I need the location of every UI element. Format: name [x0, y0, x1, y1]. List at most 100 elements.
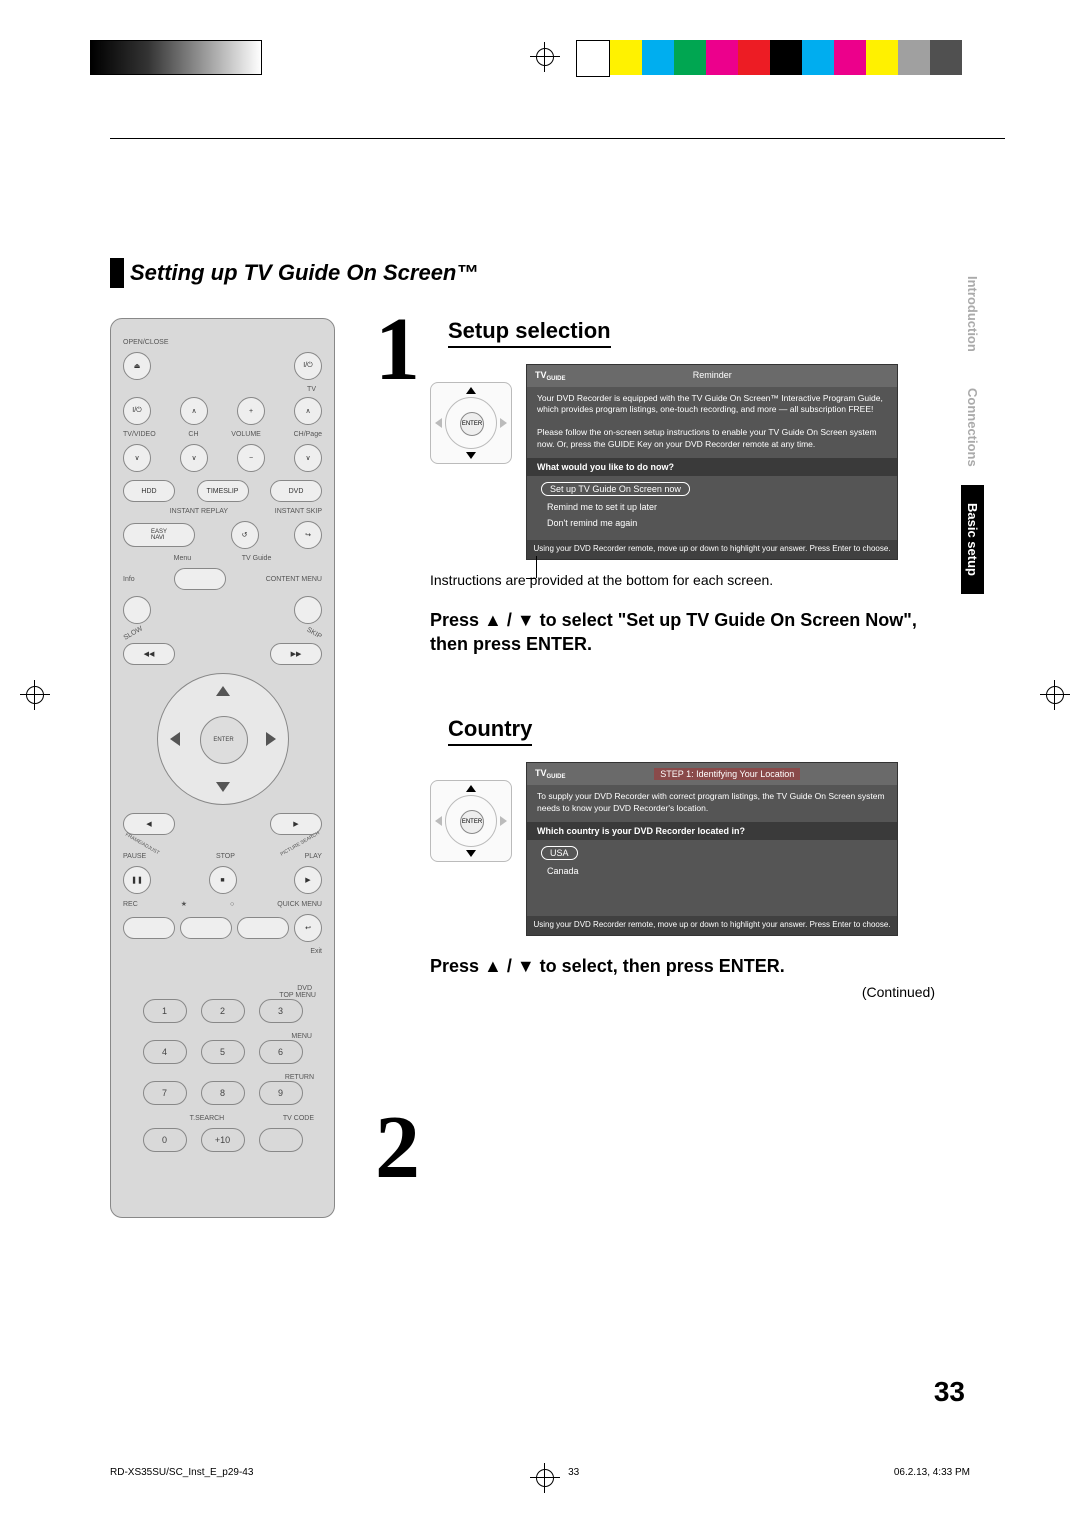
num-1: 1	[143, 999, 187, 1023]
quickmenu-button: ↩	[294, 914, 322, 942]
tv-foot: Using your DVD Recorder remote, move up …	[527, 540, 897, 558]
tv-question: Which country is your DVD Recorder locat…	[527, 822, 897, 840]
remote-label-tvguide: TV Guide	[242, 555, 272, 562]
instant-skip-button: ↪	[294, 521, 322, 549]
tv-option-usa: USA	[541, 846, 578, 860]
step-number-1: 1	[375, 298, 420, 401]
tv-option-remind-later: Remind me to set it up later	[541, 500, 883, 514]
tv-power-button: I/⏻	[123, 397, 151, 425]
rec-button	[123, 917, 175, 939]
remote-label-tsearch: T.SEARCH	[190, 1115, 225, 1122]
num-3: 3	[259, 999, 303, 1023]
tv-title-reminder: Reminder	[693, 370, 732, 382]
remote-label-instreplay: INSTANT REPLAY	[170, 508, 228, 515]
callout-line	[536, 556, 537, 578]
tv-stepbar: STEP 1: Identifying Your Location	[654, 768, 800, 780]
pause-button: ❚❚	[123, 866, 151, 894]
tv-question: What would you like to do now?	[527, 458, 897, 476]
mini-dpad-icon: ENTER	[430, 382, 512, 464]
step1-note: Instructions are provided at the bottom …	[430, 572, 935, 588]
print-footer: RD-XS35SU/SC_Inst_E_p29-43 33 06.2.13, 4…	[110, 1467, 970, 1478]
tvguide-logo: TV	[535, 370, 547, 380]
frame-rev-button: ◀	[123, 813, 175, 835]
num-7: 7	[143, 1081, 187, 1105]
remote-label-pause: PAUSE	[123, 853, 146, 860]
fav-button	[180, 917, 232, 939]
num-0: 0	[143, 1128, 187, 1152]
print-grayscale-bar	[90, 40, 262, 75]
section-title: Setting up TV Guide On Screen™	[130, 260, 478, 286]
registration-mark-icon	[1040, 680, 1070, 710]
num-8: 8	[201, 1081, 245, 1105]
remote-label-play: PLAY	[305, 853, 322, 860]
mini-dpad-icon: ENTER	[430, 780, 512, 862]
remote-label-rec: REC	[123, 901, 138, 908]
manual-page: { "section_title": "Setting up TV Guide …	[0, 0, 1080, 1528]
enter-button: ENTER	[200, 716, 248, 764]
tv-body-text: Your DVD Recorder is equipped with the T…	[527, 387, 897, 456]
page-number: 33	[934, 1376, 965, 1408]
plus-button: +	[237, 397, 265, 425]
slow-rev-button: ◀◀	[123, 643, 175, 665]
callout-line	[526, 578, 536, 579]
instant-replay-button: ↺	[231, 521, 259, 549]
info-button	[123, 596, 151, 624]
remote-label-tvcode: TV CODE	[283, 1115, 314, 1122]
tv-screen-country: TVGUIDESTEP 1: Identifying Your Location…	[526, 762, 898, 935]
tab-introduction: Introduction	[961, 258, 984, 370]
number-pad: DVD TOP MENU 123 MENU 456 RETURN 789 T.S…	[123, 985, 322, 1152]
remote-label-menu: Menu	[174, 555, 192, 562]
footer-timestamp: 06.2.13, 4:33 PM	[894, 1467, 970, 1478]
tvguide-logo: TV	[535, 768, 547, 778]
remote-label-topmenu: TOP MENU	[123, 992, 316, 999]
mark-button	[237, 917, 289, 939]
num-6: 6	[259, 1040, 303, 1064]
down-button: ∨	[294, 444, 322, 472]
step1-instruction: Press ▲ / ▼ to select "Set up TV Guide O…	[430, 608, 935, 657]
num-4: 4	[143, 1040, 187, 1064]
power-button: I/⏻	[294, 352, 322, 380]
tv-option-dont-remind: Don't remind me again	[541, 516, 883, 530]
easynavi-button: EASY NAVI	[123, 523, 195, 547]
step-number-2: 2	[375, 1096, 420, 1199]
up-button: ∧	[180, 397, 208, 425]
num-2: 2	[201, 999, 245, 1023]
section-bar-icon	[110, 258, 124, 288]
skip-fwd-button: ▶▶	[270, 643, 322, 665]
remote-label-instskip: INSTANT SKIP	[275, 508, 322, 515]
remote-label-quickmenu: QUICK MENU	[277, 901, 322, 908]
minus-button: −	[237, 444, 265, 472]
remote-label-menub: MENU	[123, 1033, 312, 1040]
remote-label-exit: Exit	[123, 948, 322, 955]
footer-filename: RD-XS35SU/SC_Inst_E_p29-43	[110, 1467, 253, 1478]
tv-screen-reminder: TVGUIDEReminder Your DVD Recorder is equ…	[526, 364, 898, 560]
up-button: ∧	[294, 397, 322, 425]
down-button: ∨	[180, 444, 208, 472]
tv-body-text: To supply your DVD Recorder with correct…	[527, 785, 897, 820]
tv-foot: Using your DVD Recorder remote, move up …	[527, 916, 897, 934]
tab-connections: Connections	[961, 370, 984, 485]
remote-label-stop: STOP	[216, 853, 235, 860]
dvd-button: DVD	[270, 480, 322, 502]
num-plus10: +10	[201, 1128, 245, 1152]
registration-mark-icon	[20, 680, 50, 710]
tv-option-canada: Canada	[541, 864, 883, 878]
step2-heading: Country	[448, 716, 532, 746]
side-tabs: Introduction Connections Basic setup	[961, 258, 1001, 594]
hdd-button: HDD	[123, 480, 175, 502]
tv-option-setup-now: Set up TV Guide On Screen now	[541, 482, 690, 496]
num-9: 9	[259, 1081, 303, 1105]
remote-label-skip: SKIP	[305, 626, 322, 640]
remote-label-contentmenu: CONTENT MENU	[266, 576, 322, 583]
tvcode-button	[259, 1128, 303, 1152]
down-button: ∨	[123, 444, 151, 472]
step1-heading: Setup selection	[448, 318, 611, 348]
remote-label-slow: SLOW	[123, 625, 144, 641]
stop-button: ■	[209, 866, 237, 894]
menu-button	[174, 568, 226, 590]
remote-label-dvd: DVD	[123, 985, 312, 992]
continued-label: (Continued)	[430, 984, 935, 1000]
remote-label-tvvideo: TV/VIDEO	[123, 431, 156, 438]
remote-illustration: OPEN/CLOSE ⏏I/⏻ TV I/⏻ ∧ + ∧ TV/VIDEO CH…	[110, 318, 335, 1218]
contentmenu-button	[294, 596, 322, 624]
